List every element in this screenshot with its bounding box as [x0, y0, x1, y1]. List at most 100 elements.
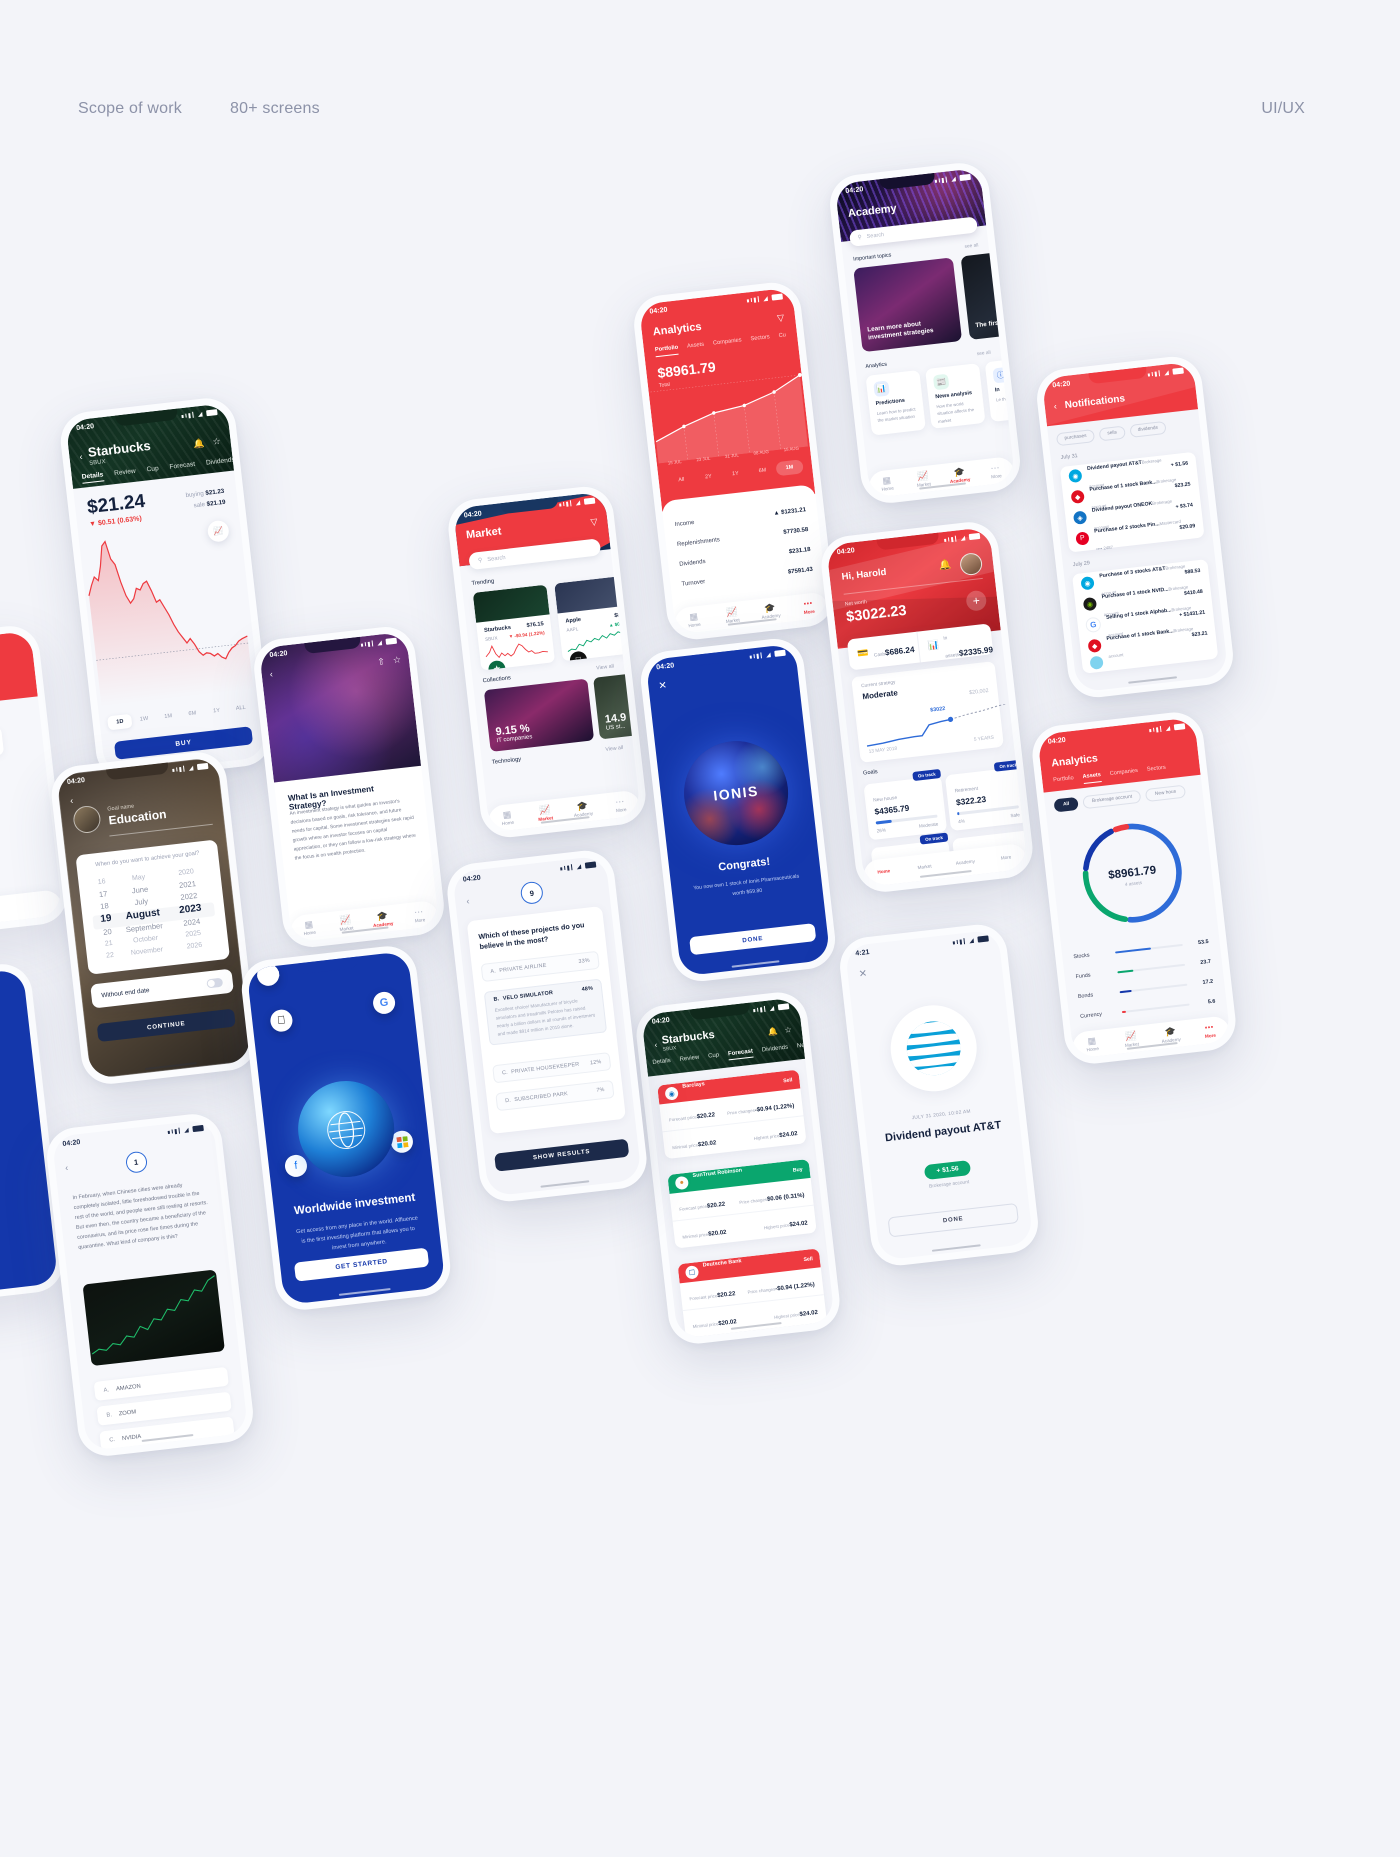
favorite-star-icon[interactable]: ☆: [212, 435, 221, 447]
news-icon: 📰: [932, 373, 950, 391]
phone-academy-article: 04:20 ◢ ‹ ⇧ ☆ Learn more about investment…: [250, 623, 448, 951]
collection-card-us[interactable]: 14.9 US st...: [593, 666, 641, 740]
chip-sells[interactable]: sells: [1098, 425, 1126, 442]
tab-market[interactable]: 📈Market: [904, 862, 945, 872]
topic-card-first-investment[interactable]: The first investment: [960, 245, 1016, 340]
status-icons: ◢: [172, 762, 209, 773]
tab-assets[interactable]: Assets: [687, 342, 705, 354]
back-icon[interactable]: ‹: [269, 669, 273, 680]
status-time: 04:20: [1047, 736, 1067, 746]
range-all[interactable]: ALL: [228, 700, 254, 717]
chip-dividends[interactable]: dividends: [1129, 420, 1167, 438]
tab-home[interactable]: ▦Home: [488, 807, 528, 827]
tab-home[interactable]: ▦Home: [863, 867, 904, 877]
tab-home[interactable]: ▦Home: [290, 917, 329, 937]
phone-notifications: 04:20 ◢ ‹ Notifications purchases sells …: [1033, 353, 1237, 701]
close-icon[interactable]: ✕: [858, 968, 868, 980]
range-1d[interactable]: 1D: [107, 713, 133, 731]
stock-range-selector[interactable]: 1D 1W 1M 6M 1Y ALL: [107, 700, 254, 731]
academy-card-news-analysis[interactable]: 📰 News analysis How the world situation …: [925, 363, 986, 429]
collections-view-all[interactable]: View all: [596, 663, 614, 671]
chip-brokerage[interactable]: Brokerage account: [1082, 789, 1142, 810]
date-picker[interactable]: When do you want to achieve your goal? 1…: [75, 839, 231, 975]
notification-bell-icon[interactable]: 🔔: [767, 1026, 778, 1036]
goals-label: Goals: [862, 769, 879, 777]
close-icon[interactable]: ✕: [658, 680, 668, 692]
trending-card-apple[interactable]:  Apple$8... AAPL▲ $0.06: [554, 575, 637, 662]
tab-bar[interactable]: ▦Home 📈Market 🎓Academy ⋯More: [867, 455, 1016, 499]
important-topics-see-all[interactable]: see all: [964, 243, 978, 250]
tab-more[interactable]: ⋯More: [601, 794, 641, 814]
technology-view-all[interactable]: View all: [605, 745, 623, 753]
back-icon[interactable]: ‹: [466, 896, 470, 906]
dividend-amount-badge: + $1.56: [923, 1159, 972, 1181]
phone-onboarding: 04:20 ◢  G f Worldwide investment Get a…: [238, 943, 454, 1313]
tab-bar[interactable]: ▦Home 📈Market 🎓Academy ⋯More: [486, 789, 641, 833]
notification-group-july29: ◉ Purchase of 3 stocks AT&TBrokerage acc…: [1071, 559, 1219, 674]
chip-all[interactable]: All: [1053, 796, 1079, 813]
analytics-see-all[interactable]: see all: [977, 350, 991, 357]
forecast-card-suntrust[interactable]: ● SunTrust Robinson 12 June 2020 Buy Fore…: [667, 1158, 817, 1249]
poll-option-a[interactable]: A. PRIVATE AIRLINE 33%: [480, 950, 600, 983]
notification-bell-icon[interactable]: 🔔: [938, 559, 952, 571]
academy-card-predictions[interactable]: 📊 Predictions Learn how to predict the m…: [865, 369, 926, 436]
chip-new-house[interactable]: New hous: [1145, 784, 1186, 803]
tab-cup[interactable]: Cup: [708, 1052, 720, 1062]
range-1y[interactable]: 1Y: [204, 703, 230, 720]
trending-card-starbucks[interactable]: ★ Starbucks $76.15 SBUX ▼ -$0.94 (1.22%): [472, 584, 556, 671]
range-1w[interactable]: 1W: [131, 711, 157, 728]
status-icons: ◢: [559, 497, 596, 508]
done-button[interactable]: DONE: [689, 923, 817, 956]
bar-chart-icon: 📊: [873, 380, 890, 398]
forecast-card-barclays[interactable]: ◉ Barclays 24 June 2020 Sell Forecast pri…: [657, 1069, 807, 1160]
favorite-star-icon[interactable]: ☆: [392, 654, 401, 665]
tab-more[interactable]: ⋯More: [400, 905, 439, 925]
tab-home[interactable]: ▦Home: [1072, 1034, 1113, 1054]
notification-bell-icon[interactable]: 🔔: [193, 437, 205, 449]
tab-sectors[interactable]: Sectors: [1147, 765, 1167, 777]
tab-more[interactable]: ⋯More: [789, 596, 829, 616]
status-time: 04:20: [75, 422, 95, 432]
strategy-card[interactable]: Current strategy Moderate $20,002 $3022 …: [851, 661, 1006, 763]
tab-more[interactable]: ⋯More: [1189, 1020, 1230, 1040]
chip-purchases[interactable]: purchases: [1055, 429, 1096, 447]
poll-option-b[interactable]: B. VELO SIMULATOR 48% Excellent choice! M…: [483, 978, 608, 1046]
favorite-star-icon[interactable]: ☆: [784, 1025, 792, 1035]
share-icon[interactable]: ⇧: [377, 656, 386, 667]
filter-icon[interactable]: ▽: [777, 312, 785, 324]
tab-home[interactable]: ▦Home: [674, 609, 714, 629]
status-time: 04:20: [269, 649, 288, 659]
tab-academy[interactable]: 🎓Academy: [945, 858, 986, 868]
tab-home[interactable]: ▦Home: [868, 473, 906, 493]
back-icon[interactable]: ‹: [79, 452, 83, 462]
academy-card-info[interactable]: ⓘ In Le th: [984, 356, 1016, 423]
header-scope-of-work: Scope of work: [78, 100, 182, 117]
poll-option-d[interactable]: D. SUBSCRIBED PARK 7%: [495, 1079, 615, 1112]
att-icon: ◉: [1080, 576, 1095, 591]
done-button[interactable]: DONE: [887, 1202, 1019, 1238]
tab-cup[interactable]: Cup: [146, 465, 159, 476]
poll-option-c[interactable]: C. PRIVATE HOUSEKEEPER 12%: [492, 1052, 612, 1084]
tab-bar[interactable]: ▦Home 📈Market 🎓Academy ⋯More: [1071, 1015, 1231, 1059]
article-body: In February, when Chinese cities were al…: [72, 1182, 209, 1251]
search-placeholder: Search: [486, 554, 506, 563]
tab-currency[interactable]: Cu: [778, 332, 786, 343]
status-time: 4:21: [855, 948, 870, 958]
without-end-date-toggle[interactable]: [206, 977, 224, 988]
tab-assets[interactable]: Assets: [1082, 772, 1102, 785]
without-end-date-label: Without end date: [101, 986, 150, 999]
topic-card-strategies[interactable]: Learn more about investment strategies: [853, 257, 963, 353]
back-icon[interactable]: ‹: [654, 1040, 658, 1049]
range-6m[interactable]: 6M: [180, 705, 206, 722]
tab-more[interactable]: ⋯More: [977, 461, 1015, 481]
tab-more[interactable]: ⋯More: [985, 853, 1026, 863]
goal-card-new-house[interactable]: On track New house $4365.79 26% Moderate: [863, 768, 948, 841]
back-icon[interactable]: ‹: [65, 1163, 69, 1173]
range-1m[interactable]: 1M: [155, 708, 181, 725]
filter-icon[interactable]: ▽: [590, 516, 598, 528]
goal-card-retirement[interactable]: On track Retirement $322.23 4% Safe: [944, 759, 1028, 832]
show-results-button[interactable]: SHOW RESULTS: [494, 1138, 630, 1172]
tab-news[interactable]: News: [797, 1042, 813, 1053]
collection-card-it[interactable]: 9.15 % IT companies: [483, 678, 595, 752]
date-picker-year-column[interactable]: 2020 2021 2022 2023 2024 2025 2026: [162, 864, 219, 955]
